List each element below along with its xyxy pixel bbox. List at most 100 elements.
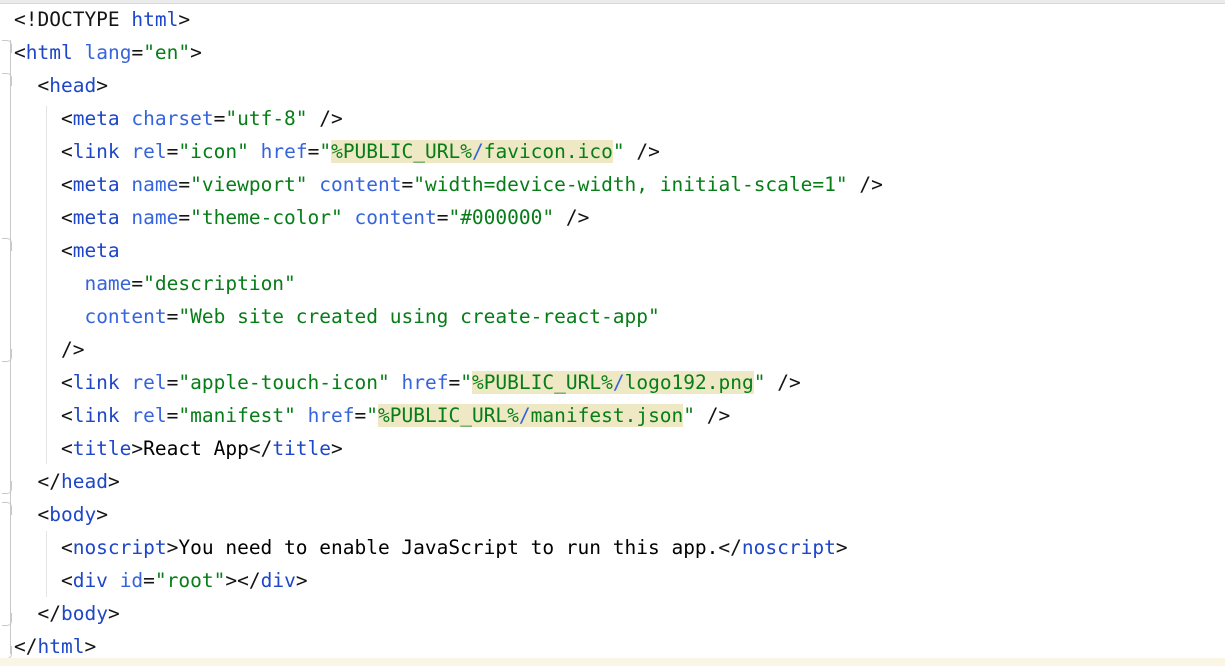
code-token	[308, 173, 320, 196]
code-token: "viewport"	[190, 173, 307, 196]
code-token: =	[178, 173, 190, 196]
code-token: head	[49, 74, 96, 97]
code-token: </	[718, 536, 741, 559]
code-token: >	[836, 536, 848, 559]
code-token: >	[131, 437, 143, 460]
code-line: <head>	[14, 69, 1219, 102]
injected-fragment-highlight: /	[613, 371, 625, 394]
code-token: =	[437, 206, 449, 229]
code-token: />	[695, 404, 730, 427]
code-token: >	[167, 536, 179, 559]
code-token: rel	[131, 371, 166, 394]
code-line: <meta name="viewport" content="width=dev…	[14, 168, 1219, 201]
code-token: =	[131, 272, 143, 295]
code-token	[73, 41, 85, 64]
code-token: "utf-8"	[225, 107, 307, 130]
fold-region-line	[10, 40, 11, 654]
code-token: >	[84, 635, 96, 658]
code-token: "	[366, 404, 378, 427]
code-token: <	[14, 173, 73, 196]
code-token: </	[14, 470, 61, 493]
code-token: =	[167, 305, 179, 328]
code-token: link	[73, 404, 120, 427]
code-token: =	[131, 41, 143, 64]
code-token: ></	[225, 569, 260, 592]
code-token	[249, 140, 261, 163]
code-token: />	[625, 140, 660, 163]
code-token: html	[131, 8, 178, 31]
code-line: <meta	[14, 234, 1219, 267]
code-line: <body>	[14, 498, 1219, 531]
code-token: html	[26, 41, 73, 64]
code-token: head	[61, 470, 108, 493]
code-area[interactable]: <!DOCTYPE html><html lang="en"> <head> <…	[14, 3, 1219, 663]
code-token: meta	[73, 173, 120, 196]
code-token: href	[401, 371, 448, 394]
code-token: div	[261, 569, 296, 592]
injected-fragment-highlight: /	[519, 404, 531, 427]
code-line: <div id="root"></div>	[14, 564, 1219, 597]
code-line: <noscript>You need to enable JavaScript …	[14, 531, 1219, 564]
code-token: <	[14, 437, 73, 460]
injected-fragment-highlight: /	[472, 140, 484, 163]
code-line: />	[14, 333, 1219, 366]
code-token: id	[120, 569, 143, 592]
code-token	[343, 206, 355, 229]
code-token: =	[143, 569, 155, 592]
editor-window: { "editor": { "colors": { "background": …	[0, 0, 1225, 666]
code-token	[14, 305, 84, 328]
code-token: noscript	[742, 536, 836, 559]
fold-gutter	[0, 0, 14, 666]
code-token: "icon"	[178, 140, 248, 163]
code-token: title	[272, 437, 331, 460]
code-token: =	[401, 173, 413, 196]
code-token: meta	[73, 239, 120, 262]
code-line: content="Web site created using create-r…	[14, 300, 1219, 333]
code-token: "description"	[143, 272, 296, 295]
injected-fragment-highlight: %PUBLIC_URL%	[378, 404, 519, 427]
code-token: <	[14, 404, 73, 427]
code-token: >	[178, 8, 190, 31]
injected-fragment-highlight: favicon.ico	[484, 140, 613, 163]
code-token	[120, 107, 132, 130]
code-line: <link rel="apple-touch-icon" href="%PUBL…	[14, 366, 1219, 399]
code-token: "Web site created using create-react-app…	[178, 305, 659, 328]
code-token: >	[331, 437, 343, 460]
code-token: =	[355, 404, 367, 427]
bottom-strip	[0, 658, 1225, 666]
code-token: React App	[143, 437, 249, 460]
code-token: <	[14, 239, 73, 262]
code-token	[120, 140, 132, 163]
indent-guide	[46, 531, 47, 597]
code-token: >	[108, 602, 120, 625]
code-token: <	[14, 140, 73, 163]
code-token: >	[108, 470, 120, 493]
code-token: "	[754, 371, 766, 394]
code-token: "	[319, 140, 331, 163]
code-line: <html lang="en">	[14, 36, 1219, 69]
code-token: "	[683, 404, 695, 427]
code-token: =	[308, 140, 320, 163]
code-token: <	[14, 41, 26, 64]
code-token: =	[167, 140, 179, 163]
code-token: "en"	[143, 41, 190, 64]
code-token: charset	[131, 107, 213, 130]
code-token: link	[73, 371, 120, 394]
code-token	[120, 371, 132, 394]
injected-fragment-highlight: logo192.png	[625, 371, 754, 394]
code-token	[120, 404, 132, 427]
injected-fragment-highlight: %PUBLIC_URL%	[472, 371, 613, 394]
code-token: title	[73, 437, 132, 460]
code-token: name	[84, 272, 131, 295]
code-token: />	[554, 206, 589, 229]
code-token: "apple-touch-icon"	[178, 371, 389, 394]
code-token: "manifest"	[178, 404, 295, 427]
code-token: />	[14, 338, 84, 361]
code-token: =	[178, 206, 190, 229]
code-token: =	[167, 404, 179, 427]
code-token: >	[96, 503, 108, 526]
code-token: body	[61, 602, 108, 625]
code-token	[390, 371, 402, 394]
code-token: >	[296, 569, 308, 592]
code-token: />	[848, 173, 883, 196]
